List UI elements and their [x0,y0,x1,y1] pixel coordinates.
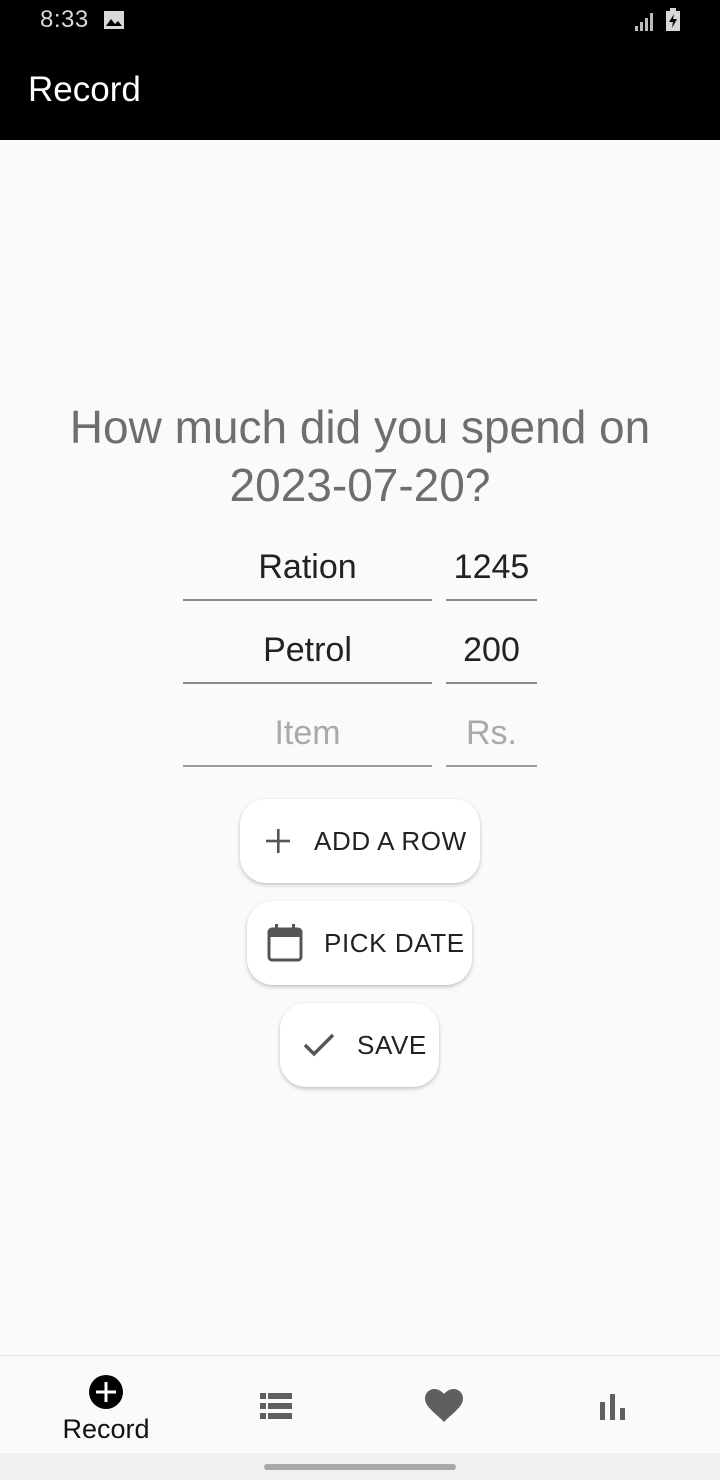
status-time: 8:33 [40,6,89,33]
save-button[interactable]: SAVE [280,1003,439,1087]
page-title: Record [28,70,141,109]
calendar-icon [267,924,303,962]
app-bar: Record [0,44,720,140]
item-input[interactable]: Petrol [183,624,432,684]
question-line-1: How much did you spend on [69,401,651,453]
pick-date-button[interactable]: PICK DATE [247,901,472,985]
amount-input-empty[interactable]: Rs. [446,707,537,767]
signal-icon [635,13,653,31]
heart-icon [425,1389,463,1422]
nav-record-label: Record [62,1414,150,1444]
bottom-navigation: Record [0,1355,720,1453]
nav-stats[interactable] [538,1356,688,1454]
add-row-button[interactable]: ADD A ROW [240,799,480,883]
amount-input[interactable]: 200 [446,624,537,684]
nav-record[interactable]: Record [31,1356,181,1454]
item-input-empty[interactable]: Item [183,707,432,767]
check-icon [303,1033,335,1057]
battery-charging-icon [666,8,680,31]
image-notification-icon [104,11,124,29]
nav-list[interactable] [201,1356,351,1454]
gesture-area [0,1453,720,1480]
add-row-label: ADD A ROW [314,825,467,856]
home-gesture-bar[interactable] [264,1464,456,1470]
add-circle-icon [89,1375,123,1409]
question-date: 2023-07-20? [229,459,491,511]
list-icon [260,1393,292,1419]
bar-chart-icon [600,1394,625,1420]
spend-question: How much did you spend on 2023-07-20? [0,398,720,514]
status-bar: 8:33 [0,0,720,44]
nav-favorites[interactable] [369,1356,519,1454]
save-label: SAVE [357,1029,427,1060]
amount-input[interactable]: 1245 [446,541,537,601]
pick-date-label: PICK DATE [324,927,465,958]
plus-icon [266,829,290,853]
item-input[interactable]: Ration [183,541,432,601]
